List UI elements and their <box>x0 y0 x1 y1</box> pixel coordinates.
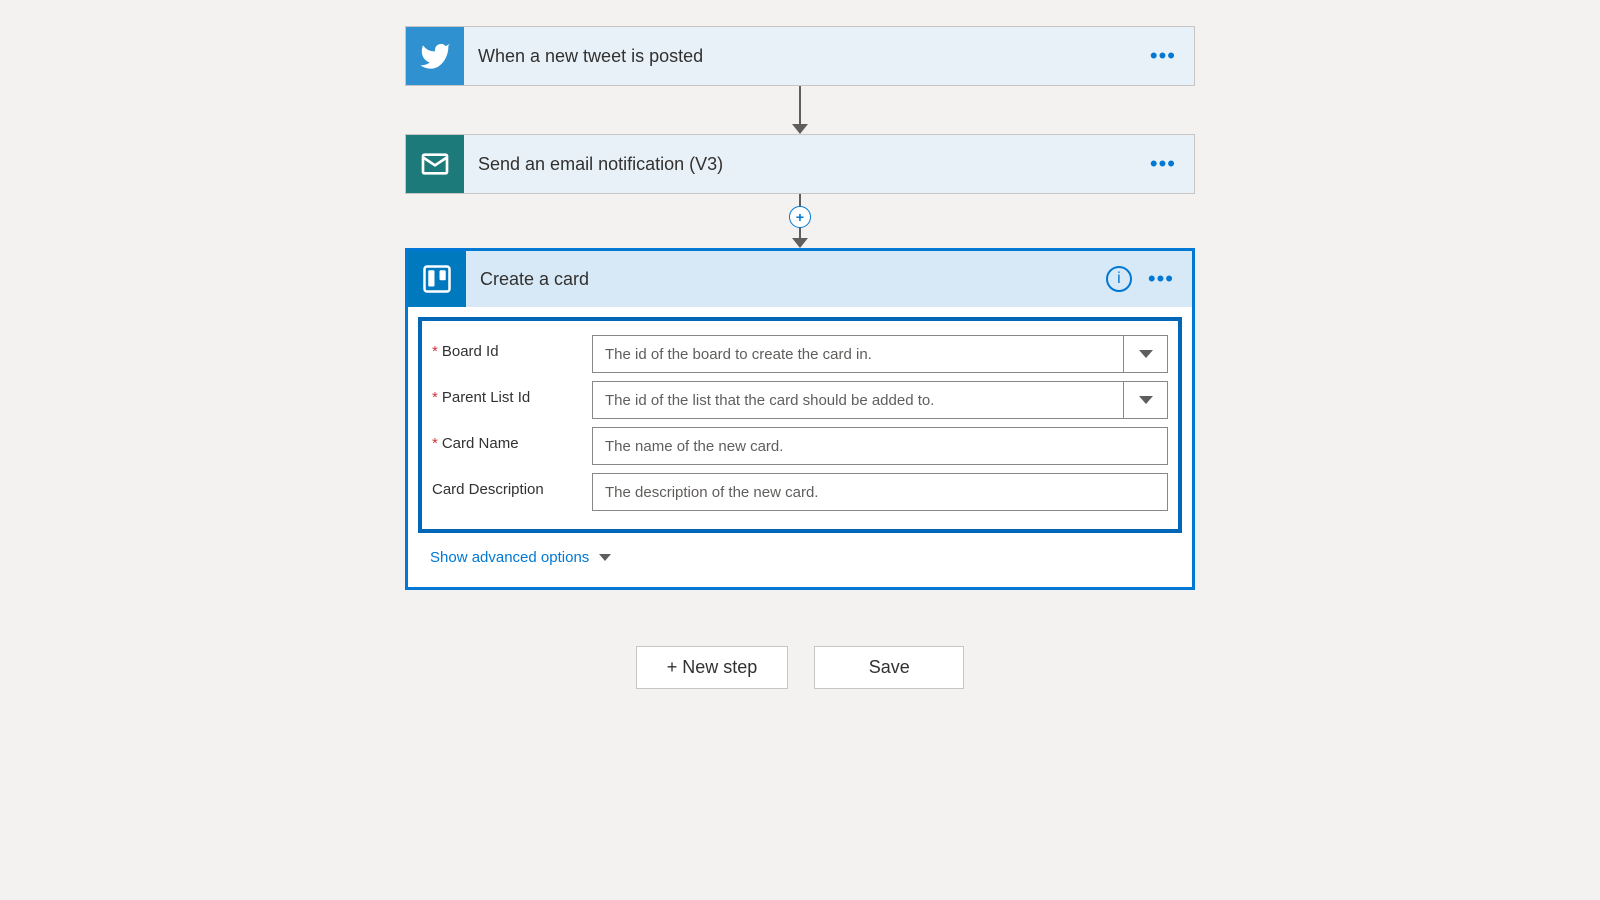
field-board-id: *Board Id <box>432 335 1168 373</box>
field-label: Card Description <box>432 473 592 511</box>
chevron-down-icon[interactable] <box>1123 336 1167 372</box>
trello-icon <box>408 251 466 307</box>
step-action2-card: Create a card i ••• *Board Id *Parent Li… <box>405 248 1195 590</box>
add-step-icon[interactable]: + <box>789 206 811 228</box>
step-action1-title: Send an email notification (V3) <box>464 154 1150 175</box>
fields-highlight: *Board Id *Parent List Id *Card Name <box>418 317 1182 533</box>
more-icon[interactable]: ••• <box>1148 268 1174 290</box>
arrow-connector-plus: + <box>792 194 808 248</box>
field-card-name: *Card Name <box>432 427 1168 465</box>
chevron-down-icon[interactable] <box>1123 382 1167 418</box>
footer-actions: + New step Save <box>636 646 965 689</box>
step-action1-card[interactable]: Send an email notification (V3) ••• <box>405 134 1195 194</box>
card-name-input[interactable] <box>593 428 1167 464</box>
field-parent-list: *Parent List Id <box>432 381 1168 419</box>
new-step-button[interactable]: + New step <box>636 646 789 689</box>
field-label: *Parent List Id <box>432 381 592 419</box>
field-card-description: Card Description <box>432 473 1168 511</box>
step-action2-title: Create a card <box>466 269 1106 290</box>
board-id-input[interactable] <box>593 336 1123 372</box>
card-desc-input[interactable] <box>593 474 1167 510</box>
step-action2-header[interactable]: Create a card i ••• <box>408 251 1192 307</box>
more-icon[interactable]: ••• <box>1150 45 1176 67</box>
step-trigger-title: When a new tweet is posted <box>464 46 1150 67</box>
mail-icon <box>406 135 464 193</box>
show-advanced-link[interactable]: Show advanced options <box>430 549 611 566</box>
chevron-down-icon <box>599 554 611 561</box>
save-button[interactable]: Save <box>814 646 964 689</box>
more-icon[interactable]: ••• <box>1150 153 1176 175</box>
field-label: *Card Name <box>432 427 592 465</box>
card-desc-input-wrap[interactable] <box>592 473 1168 511</box>
board-id-input-wrap[interactable] <box>592 335 1168 373</box>
step-trigger-card[interactable]: When a new tweet is posted ••• <box>405 26 1195 86</box>
arrow-connector <box>792 86 808 134</box>
parent-list-input-wrap[interactable] <box>592 381 1168 419</box>
parent-list-input[interactable] <box>593 382 1123 418</box>
info-icon[interactable]: i <box>1106 266 1132 292</box>
field-label: *Board Id <box>432 335 592 373</box>
twitter-icon <box>406 27 464 85</box>
card-name-input-wrap[interactable] <box>592 427 1168 465</box>
